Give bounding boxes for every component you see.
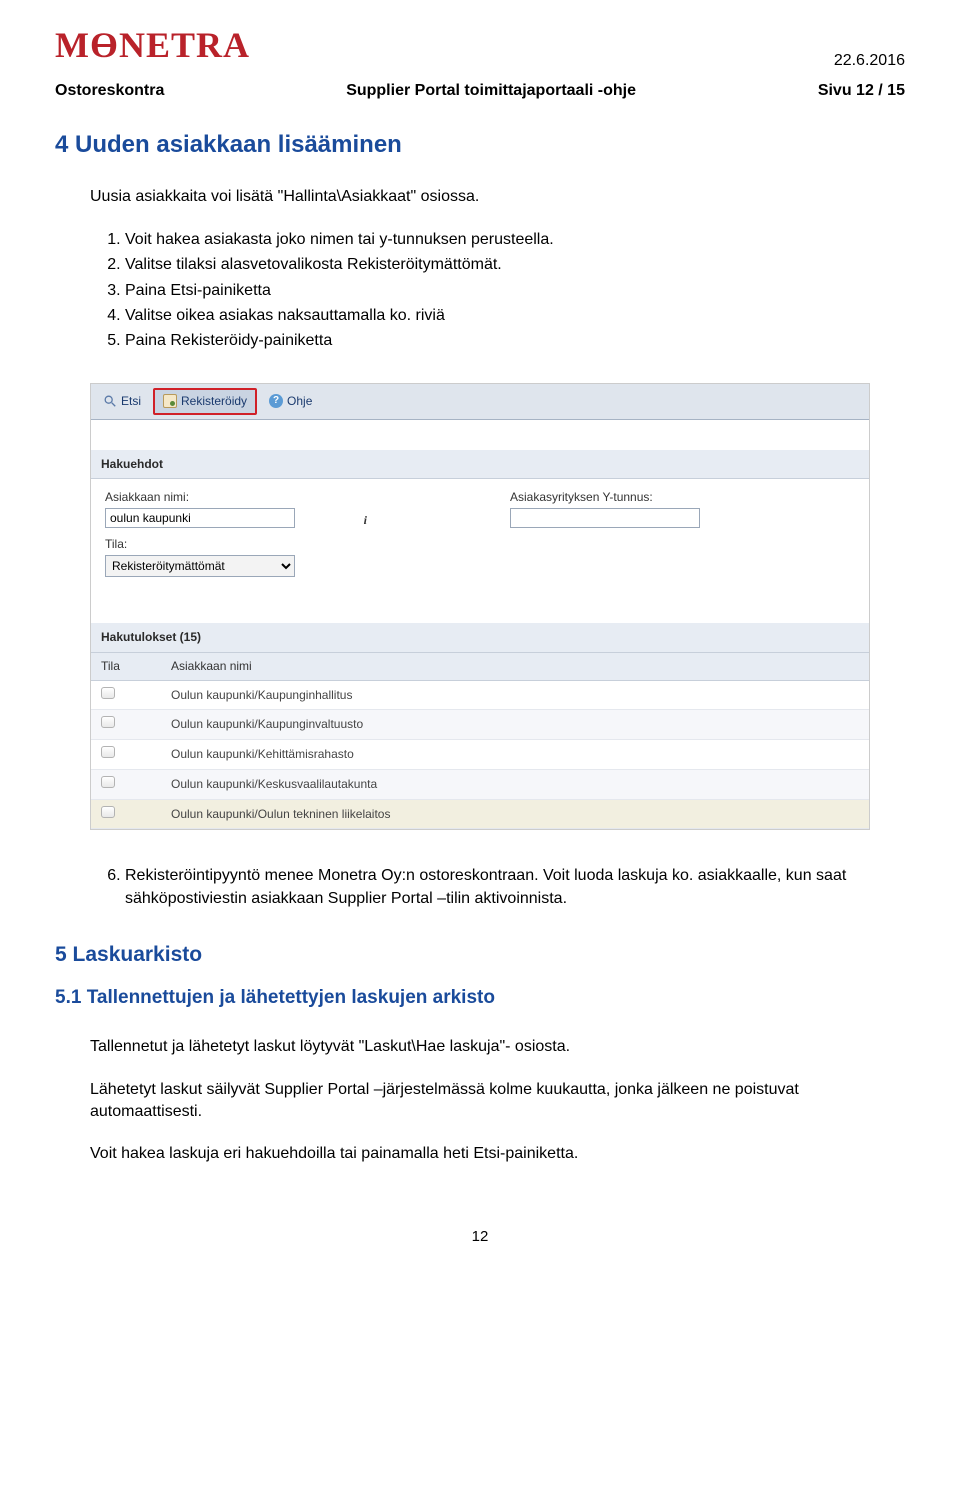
row-name: Oulun kaupunki/Kehittämisrahasto (161, 740, 869, 770)
intro-paragraph: Uusia asiakkaita voi lisätä "Hallinta\As… (90, 186, 905, 208)
list-item: Valitse tilaksi alasvetovalikosta Rekist… (125, 254, 905, 276)
logo: MONETRA (55, 20, 905, 70)
ohje-button[interactable]: ? Ohje (261, 388, 320, 415)
document-date: 22.6.2016 (834, 50, 905, 72)
col-tila[interactable]: Tila (91, 653, 161, 680)
ohje-label: Ohje (287, 393, 312, 410)
list-item: Valitse oikea asiakas naksauttamalla ko.… (125, 305, 905, 327)
col-asiakkaan-nimi[interactable]: Asiakkaan nimi (161, 653, 869, 680)
etsi-button[interactable]: Etsi (95, 388, 149, 415)
status-icon (101, 806, 115, 818)
heading-5-1: 5.1 Tallennettujen ja lähetettyjen lasku… (55, 985, 905, 1012)
subheader-right: Sivu 12 / 15 (818, 80, 905, 102)
paragraph: Tallennetut ja lähetetyt laskut löytyvät… (90, 1036, 905, 1058)
asiakkaan-nimi-label: Asiakkaan nimi: (105, 489, 450, 506)
steps-list: Voit hakea asiakasta joko nimen tai y-tu… (125, 229, 905, 353)
list-item: Paina Rekisteröidy-painiketta (125, 330, 905, 352)
row-name: Oulun kaupunki/Kaupunginhallitus (161, 680, 869, 710)
page-number: 12 (55, 1226, 905, 1247)
results-table: Tila Asiakkaan nimi Oulun kaupunki/Kaupu… (91, 653, 869, 830)
hakutulokset-header: Hakutulokset (15) (91, 623, 869, 653)
ytunnus-label: Asiakasyrityksen Y-tunnus: (510, 489, 855, 506)
row-name: Oulun kaupunki/Keskusvaalilautakunta (161, 769, 869, 799)
list-item: Voit hakea asiakasta joko nimen tai y-tu… (125, 229, 905, 251)
search-form: Asiakkaan nimi: i Tila: Rekisteröitymätt… (91, 479, 869, 593)
tila-label: Tila: (105, 536, 450, 553)
row-name: Oulun kaupunki/Kaupunginvaltuusto (161, 710, 869, 740)
ytunnus-input[interactable] (510, 508, 700, 528)
status-icon (101, 687, 115, 699)
paragraph: Voit hakea laskuja eri hakuehdoilla tai … (90, 1143, 905, 1165)
row-name: Oulun kaupunki/Oulun tekninen liikelaito… (161, 799, 869, 829)
table-row[interactable]: Oulun kaupunki/Kaupunginhallitus (91, 680, 869, 710)
subheader-center: Supplier Portal toimittajaportaali -ohje (346, 80, 636, 102)
table-row[interactable]: Oulun kaupunki/Keskusvaalilautakunta (91, 769, 869, 799)
tila-select[interactable]: Rekisteröitymättömät (105, 555, 295, 577)
table-row[interactable]: Oulun kaupunki/Kaupunginvaltuusto (91, 710, 869, 740)
rekisteroidy-button[interactable]: Rekisteröidy (153, 388, 257, 415)
toolbar: Etsi Rekisteröidy ? Ohje (91, 384, 869, 420)
steps-list-2: Rekisteröintipyyntö menee Monetra Oy:n o… (125, 865, 905, 910)
status-icon (101, 716, 115, 728)
heading-4: 4 Uuden asiakkaan lisääminen (55, 128, 905, 162)
register-icon (163, 394, 177, 408)
search-icon (103, 394, 117, 408)
etsi-label: Etsi (121, 393, 141, 410)
status-icon (101, 776, 115, 788)
heading-5: 5 Laskuarkisto (55, 940, 905, 969)
table-row[interactable]: Oulun kaupunki/Oulun tekninen liikelaito… (91, 799, 869, 829)
help-icon: ? (269, 394, 283, 408)
subheader-left: Ostoreskontra (55, 80, 164, 102)
paragraph: Lähetetyt laskut säilyvät Supplier Porta… (90, 1079, 905, 1124)
app-screenshot: Etsi Rekisteröidy ? Ohje Hakuehdot Asiak… (90, 383, 870, 831)
asiakkaan-nimi-input[interactable] (105, 508, 295, 528)
status-icon (101, 746, 115, 758)
document-subheader: Ostoreskontra Supplier Portal toimittaja… (55, 80, 905, 102)
rekisteroidy-label: Rekisteröidy (181, 393, 247, 410)
info-icon[interactable]: i (358, 512, 372, 526)
table-row[interactable]: Oulun kaupunki/Kehittämisrahasto (91, 740, 869, 770)
list-item: Rekisteröintipyyntö menee Monetra Oy:n o… (125, 865, 905, 910)
hakuehdot-header: Hakuehdot (91, 450, 869, 480)
list-item: Paina Etsi-painiketta (125, 280, 905, 302)
